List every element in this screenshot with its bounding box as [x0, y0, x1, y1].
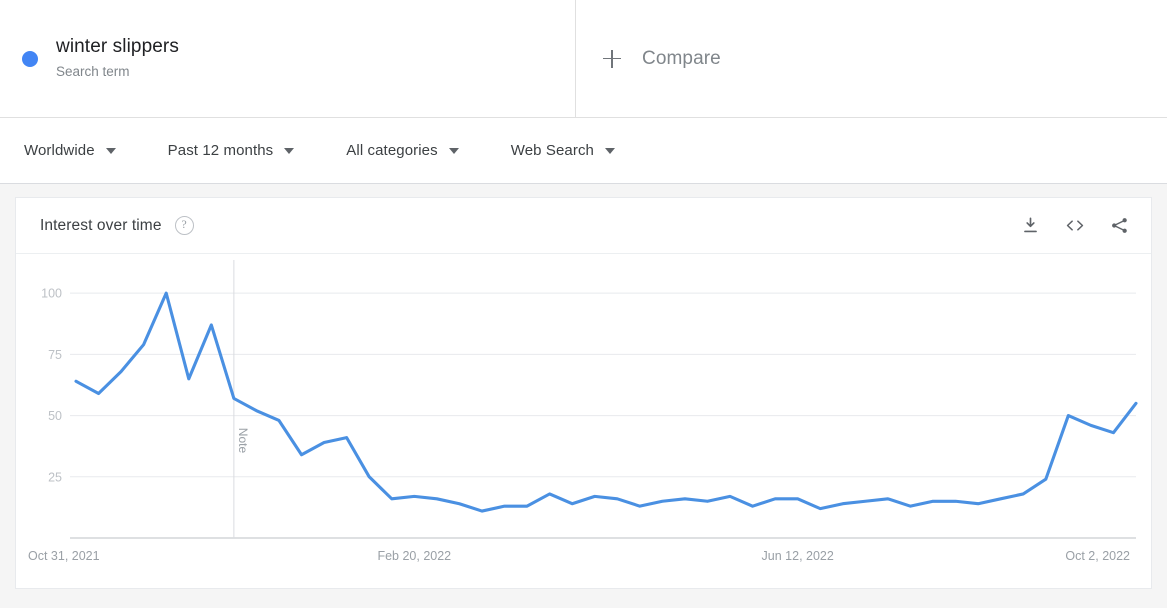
filter-category[interactable]: All categories — [346, 142, 459, 159]
chevron-down-icon — [284, 147, 295, 154]
svg-text:Note: Note — [236, 428, 250, 454]
filter-search-type-label: Web Search — [510, 142, 594, 159]
svg-text:Jun 12, 2022: Jun 12, 2022 — [762, 549, 834, 563]
filter-time-range-label: Past 12 months — [167, 142, 274, 159]
filter-category-label: All categories — [346, 142, 438, 159]
share-icon[interactable] — [1110, 216, 1129, 235]
plus-icon — [602, 49, 622, 69]
add-comparison-button[interactable]: Compare — [576, 0, 1167, 117]
filter-bar: Worldwide Past 12 months All categories … — [0, 118, 1167, 184]
chart-area[interactable]: 25 50 75 100 Oct 31, 2021 Feb 20, 2022 Jun 12,… — [16, 254, 1151, 588]
search-term-title: winter slippers — [56, 36, 179, 57]
svg-text:25: 25 — [48, 470, 62, 484]
chevron-down-icon — [105, 147, 116, 154]
card-actions — [997, 216, 1129, 235]
filter-search-type[interactable]: Web Search — [511, 142, 615, 159]
embed-code-icon[interactable] — [1064, 216, 1086, 235]
chevron-down-icon — [448, 147, 459, 154]
filter-location[interactable]: Worldwide — [24, 142, 116, 159]
interest-over-time-chart[interactable]: 25 50 75 100 Oct 31, 2021 Feb 20, 2022 Jun 12,… — [16, 254, 1150, 588]
svg-text:Feb 20, 2022: Feb 20, 2022 — [377, 549, 451, 563]
filter-location-label: Worldwide — [24, 142, 95, 159]
search-term-subtitle: Search term — [56, 64, 130, 79]
search-term-card[interactable]: winter slippers Search term — [0, 0, 576, 117]
page-body: Interest over time ? 25 50 75 100 Oct 31… — [0, 184, 1167, 608]
page-title: Interest over time — [40, 216, 162, 234]
svg-text:Oct 2, 2022: Oct 2, 2022 — [1065, 549, 1130, 563]
filter-time-range[interactable]: Past 12 months — [168, 142, 295, 159]
series-color-dot — [22, 50, 38, 67]
svg-text:50: 50 — [48, 409, 62, 423]
svg-text:Oct 31, 2021: Oct 31, 2021 — [28, 549, 100, 563]
svg-text:75: 75 — [48, 348, 62, 362]
interest-over-time-card: Interest over time ? 25 50 75 100 Oct 31… — [15, 197, 1152, 589]
download-icon[interactable] — [1021, 216, 1040, 235]
svg-text:100: 100 — [41, 287, 62, 301]
chevron-down-icon — [605, 147, 615, 154]
help-icon[interactable]: ? — [174, 216, 194, 235]
compare-label: Compare — [642, 47, 721, 69]
card-header: Interest over time ? — [16, 198, 1151, 254]
search-term-bar: winter slippers Search term Compare — [0, 0, 1167, 118]
